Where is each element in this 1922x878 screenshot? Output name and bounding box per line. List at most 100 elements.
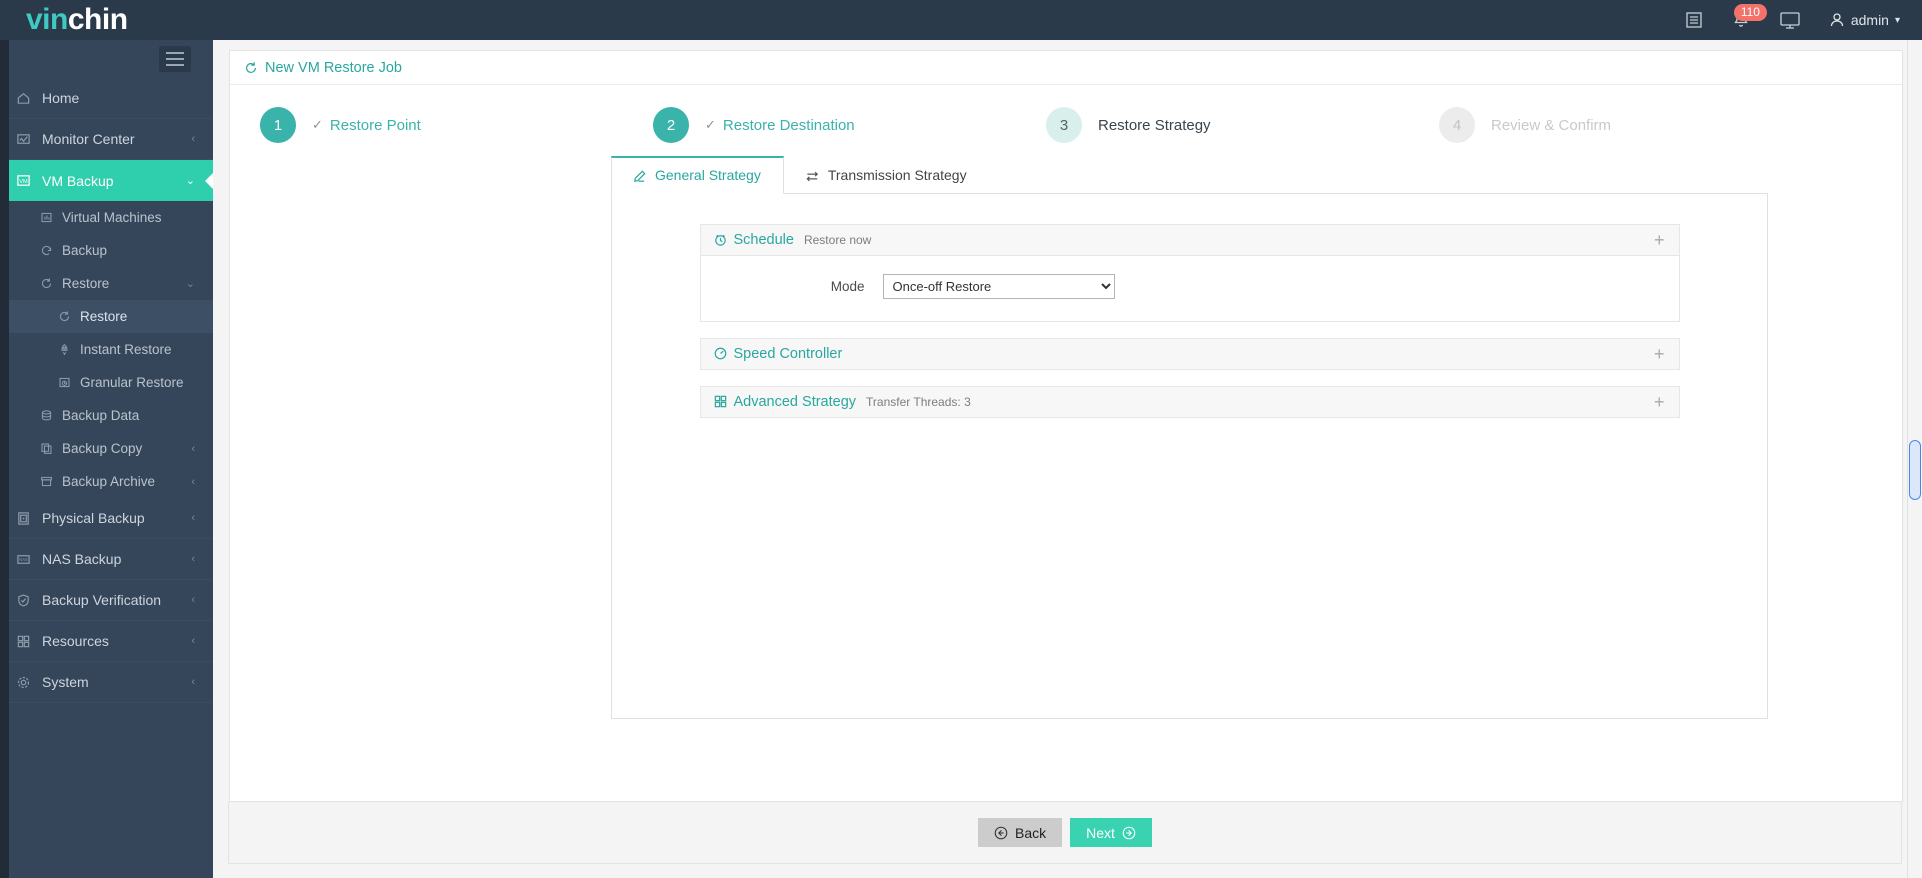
sidebar-subitem-granular-restore[interactable]: Granular Restore xyxy=(0,366,213,399)
server-icon xyxy=(16,511,42,526)
back-button[interactable]: Back xyxy=(978,818,1063,847)
chevron-left-icon: ‹ xyxy=(191,635,195,647)
brand-logo[interactable]: vinchin xyxy=(0,0,213,40)
sidebar-item-label: Backup xyxy=(62,243,108,258)
chevron-left-icon: ‹ xyxy=(191,594,195,606)
notification-badge: 110 xyxy=(1733,4,1767,21)
expand-toggle-icon[interactable]: + xyxy=(1654,231,1665,249)
gear-icon xyxy=(16,675,42,690)
sidebar-item-physical-backup[interactable]: Physical Backup ‹ xyxy=(0,498,213,539)
archive-clock-icon xyxy=(59,377,70,388)
vm-icon: VM xyxy=(17,175,30,186)
tab-label: Transmission Strategy xyxy=(827,167,967,184)
sidebar-item-system[interactable]: System ‹ xyxy=(0,662,213,703)
task-list-button[interactable] xyxy=(1671,0,1717,40)
user-menu[interactable]: admin ▾ xyxy=(1815,0,1904,40)
expand-toggle-icon[interactable]: + xyxy=(1654,393,1665,411)
sidebar-item-nas-backup[interactable]: NAS NAS Backup ‹ xyxy=(0,539,213,580)
wizard-step-2[interactable]: 2 ✓ Restore Destination xyxy=(653,107,1046,143)
shield-check-icon xyxy=(16,593,42,608)
sidebar-subitem-restore[interactable]: Restore xyxy=(0,300,213,333)
wizard-step-label-wrap: Review & Confirm xyxy=(1491,117,1611,134)
sidebar-subitem-backup-data[interactable]: Backup Data xyxy=(0,399,213,432)
sidebar-subitem-virtual-machines[interactable]: Virtual Machines xyxy=(0,201,213,234)
home-icon xyxy=(17,92,30,104)
hamburger-icon-line xyxy=(166,64,184,66)
main-content: New VM Restore Job 1 ✓ Restore Point 2 ✓ R… xyxy=(213,40,1922,878)
arrow-left-circle-icon xyxy=(994,826,1008,839)
wizard-step-label-wrap: Restore Strategy xyxy=(1098,117,1211,134)
next-button[interactable]: Next xyxy=(1070,818,1152,847)
sidebar-item-label: NAS Backup xyxy=(42,551,122,567)
sidebar-item-backup-verification[interactable]: Backup Verification ‹ xyxy=(0,580,213,621)
mode-field-row: Mode Once-off Restore xyxy=(701,273,1679,299)
top-bar-actions: 110 admin ▾ xyxy=(1671,0,1904,40)
sidebar-subitem-backup-copy[interactable]: Backup Copy ‹ xyxy=(0,432,213,465)
notifications-button[interactable]: 110 xyxy=(1717,0,1767,40)
mode-select[interactable]: Once-off Restore xyxy=(882,273,1115,299)
panel-header-2[interactable]: Advanced Strategy Transfer Threads: 3 + xyxy=(699,385,1680,418)
sidebar-subitem-restore[interactable]: Restore ⌄ xyxy=(0,267,213,300)
pencil-icon xyxy=(634,170,646,182)
clock-icon xyxy=(714,235,726,247)
archive-clock-icon xyxy=(58,376,80,389)
list-icon xyxy=(1686,12,1702,28)
wizard-step-number: 1 xyxy=(260,107,296,143)
sidebar-footer-fill xyxy=(0,856,213,878)
transfer-icon xyxy=(806,171,818,182)
sidebar-item-resources[interactable]: Resources ‹ xyxy=(0,621,213,662)
archive-icon xyxy=(40,475,62,488)
sidebar-item-label: Home xyxy=(42,90,80,106)
sidebar-collapse-row xyxy=(0,40,213,78)
sidebar-item-label: Backup Verification xyxy=(42,592,162,608)
svg-text:NAS: NAS xyxy=(19,557,28,562)
sidebar-item-home[interactable]: Home xyxy=(0,78,213,119)
sidebar-item-vm-backup[interactable]: VM VM Backup ⌄ xyxy=(0,160,214,201)
sidebar-subitem-instant-restore[interactable]: Instant Restore xyxy=(0,333,213,366)
sidebar-item-label: Physical Backup xyxy=(42,510,145,526)
sidebar-item-monitor-center[interactable]: Monitor Center ‹ xyxy=(0,119,213,160)
panel-title-wrap: Advanced Strategy xyxy=(713,394,856,410)
panel-title-wrap: Speed Controller xyxy=(713,345,843,362)
copy-icon xyxy=(40,442,62,455)
speed-icon xyxy=(713,346,728,362)
sidebar-item-label: Instant Restore xyxy=(80,342,172,357)
wizard-step-4[interactable]: 4 Review & Confirm xyxy=(1439,107,1832,143)
wizard-step-1[interactable]: 1 ✓ Restore Point xyxy=(260,107,653,143)
page-scrollbar-thumb[interactable] xyxy=(1909,440,1921,500)
panel-title-wrap: Schedule xyxy=(713,232,794,248)
wizard-step-label: Restore Point xyxy=(329,116,421,134)
left-edge-strip xyxy=(0,40,9,878)
chevron-down-icon: ⌄ xyxy=(185,175,195,187)
sidebar-toggle-button[interactable] xyxy=(159,46,191,72)
mode-field-label: Mode xyxy=(830,278,865,294)
expand-toggle-icon[interactable]: + xyxy=(1654,345,1665,363)
user-name-label: admin xyxy=(1850,12,1889,28)
chevron-left-icon: ‹ xyxy=(191,133,195,145)
page-scrollbar-track[interactable] xyxy=(1907,40,1922,878)
strategy-tabs-wrap: General Strategy Transmission Strategy xyxy=(611,155,1768,194)
tab-general-strategy[interactable]: General Strategy xyxy=(611,156,784,194)
panel-speed-controller: Speed Controller + xyxy=(699,337,1680,370)
panel-body-0: Mode Once-off Restore xyxy=(699,255,1680,322)
sidebar-item-label: Restore xyxy=(80,309,128,324)
restore-icon xyxy=(59,311,70,322)
sidebar-subitem-backup-archive[interactable]: Backup Archive ‹ xyxy=(0,465,213,498)
brand-logo-part2: chin xyxy=(67,3,128,36)
tab-transmission-strategy[interactable]: Transmission Strategy xyxy=(784,156,990,194)
chevron-down-icon: ▾ xyxy=(1894,14,1900,26)
panel-header-1[interactable]: Speed Controller + xyxy=(699,337,1680,370)
console-button[interactable] xyxy=(1765,0,1815,40)
sidebar-subitem-backup[interactable]: Backup xyxy=(0,234,213,267)
sidebar-item-label: Resources xyxy=(42,633,109,649)
user-icon xyxy=(1830,13,1843,27)
nas-icon: NAS xyxy=(16,552,42,567)
wizard-step-3[interactable]: 3 Restore Strategy xyxy=(1046,107,1439,143)
arrow-right-circle-icon xyxy=(1122,826,1136,839)
clock-icon xyxy=(713,232,728,248)
sidebar-item-label: Backup Data xyxy=(62,408,140,423)
panel-header-0[interactable]: Schedule Restore now + xyxy=(699,223,1680,256)
panel-title: Speed Controller xyxy=(733,345,843,362)
chevron-left-icon: ‹ xyxy=(191,442,195,455)
nas-icon: NAS xyxy=(17,554,30,564)
